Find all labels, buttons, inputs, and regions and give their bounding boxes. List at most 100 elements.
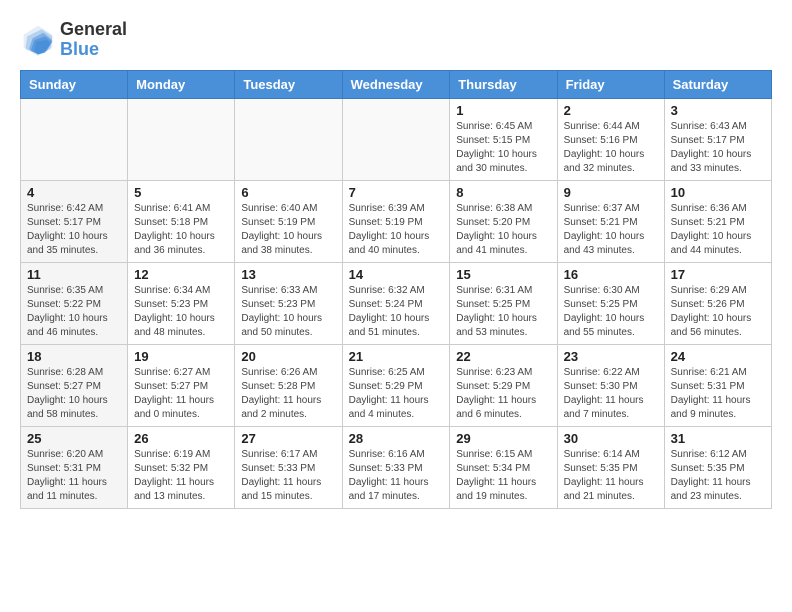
calendar-day: 5 Sunrise: 6:41 AM Sunset: 5:18 PM Daylig… — [128, 180, 235, 262]
day-number: 12 — [134, 267, 228, 282]
calendar-week-2: 4Sunrise: 6:42 AM Sunset: 5:17 PM Daylig… — [21, 180, 772, 262]
day-number: 26 — [134, 431, 228, 446]
day-number: 11 — [27, 267, 121, 282]
day-number: 5 — [134, 185, 228, 200]
calendar-header-row: SundayMondayTuesdayWednesdayThursdayFrid… — [21, 70, 772, 98]
day-info: Sunrise: 6:14 AM Sunset: 5:35 PM Dayligh… — [564, 448, 658, 504]
day-info: Sunrise: 6:28 AM Sunset: 5:27 PM Dayligh… — [27, 366, 121, 422]
day-info: Sunrise: 6:34 AM Sunset: 5:23 PM Dayligh… — [134, 284, 228, 340]
day-number: 18 — [27, 349, 121, 364]
calendar-day — [128, 98, 235, 180]
calendar-day: 27 Sunrise: 6:17 AM Sunset: 5:33 PM Dayli… — [235, 426, 342, 508]
calendar-day: 2 Sunrise: 6:44 AM Sunset: 5:16 PM Daylig… — [557, 98, 664, 180]
day-number: 16 — [564, 267, 658, 282]
day-info: Sunrise: 6:40 AM Sunset: 5:19 PM Dayligh… — [241, 202, 335, 258]
calendar-day: 17 Sunrise: 6:29 AM Sunset: 5:26 PM Dayli… — [664, 262, 771, 344]
calendar-day: 11 Sunrise: 6:35 AM Sunset: 5:22 PM Dayli… — [21, 262, 128, 344]
calendar-day: 10 Sunrise: 6:36 AM Sunset: 5:21 PM Dayli… — [664, 180, 771, 262]
logo: General Blue — [20, 20, 127, 60]
calendar-day: 21 Sunrise: 6:25 AM Sunset: 5:29 PM Dayli… — [342, 344, 450, 426]
day-info: Sunrise: 6:44 AM Sunset: 5:16 PM Dayligh… — [564, 120, 658, 176]
header-tuesday: Tuesday — [235, 70, 342, 98]
calendar-day: 29 Sunrise: 6:15 AM Sunset: 5:34 PM Dayli… — [450, 426, 557, 508]
day-number: 10 — [671, 185, 765, 200]
day-number: 27 — [241, 431, 335, 446]
logo-text: General Blue — [60, 20, 127, 60]
day-info: Sunrise: 6:37 AM Sunset: 5:21 PM Dayligh… — [564, 202, 658, 258]
header-saturday: Saturday — [664, 70, 771, 98]
day-number: 19 — [134, 349, 228, 364]
day-info: Sunrise: 6:36 AM Sunset: 5:21 PM Dayligh… — [671, 202, 765, 258]
day-number: 17 — [671, 267, 765, 282]
day-info: Sunrise: 6:21 AM Sunset: 5:31 PM Dayligh… — [671, 366, 765, 422]
day-info: Sunrise: 6:17 AM Sunset: 5:33 PM Dayligh… — [241, 448, 335, 504]
logo-icon — [20, 22, 56, 58]
day-info: Sunrise: 6:45 AM Sunset: 5:15 PM Dayligh… — [456, 120, 550, 176]
day-number: 1 — [456, 103, 550, 118]
calendar-week-4: 18 Sunrise: 6:28 AM Sunset: 5:27 PM Dayli… — [21, 344, 772, 426]
calendar-day: 3Sunrise: 6:43 AM Sunset: 5:17 PM Daylig… — [664, 98, 771, 180]
day-number: 20 — [241, 349, 335, 364]
day-info: Sunrise: 6:25 AM Sunset: 5:29 PM Dayligh… — [349, 366, 444, 422]
calendar-day: 13Sunrise: 6:33 AM Sunset: 5:23 PM Dayli… — [235, 262, 342, 344]
calendar-day: 9 Sunrise: 6:37 AM Sunset: 5:21 PM Daylig… — [557, 180, 664, 262]
day-info: Sunrise: 6:38 AM Sunset: 5:20 PM Dayligh… — [456, 202, 550, 258]
day-number: 30 — [564, 431, 658, 446]
calendar-day: 18 Sunrise: 6:28 AM Sunset: 5:27 PM Dayli… — [21, 344, 128, 426]
day-info: Sunrise: 6:19 AM Sunset: 5:32 PM Dayligh… — [134, 448, 228, 504]
calendar-day: 7Sunrise: 6:39 AM Sunset: 5:19 PM Daylig… — [342, 180, 450, 262]
day-number: 21 — [349, 349, 444, 364]
day-number: 9 — [564, 185, 658, 200]
calendar-day: 15 Sunrise: 6:31 AM Sunset: 5:25 PM Dayli… — [450, 262, 557, 344]
day-info: Sunrise: 6:16 AM Sunset: 5:33 PM Dayligh… — [349, 448, 444, 504]
calendar-week-1: 1 Sunrise: 6:45 AM Sunset: 5:15 PM Daylig… — [21, 98, 772, 180]
header-sunday: Sunday — [21, 70, 128, 98]
calendar-day: 31 Sunrise: 6:12 AM Sunset: 5:35 PM Dayli… — [664, 426, 771, 508]
day-info: Sunrise: 6:39 AM Sunset: 5:19 PM Dayligh… — [349, 202, 444, 258]
header-friday: Friday — [557, 70, 664, 98]
calendar-day: 22 Sunrise: 6:23 AM Sunset: 5:29 PM Dayli… — [450, 344, 557, 426]
day-number: 13 — [241, 267, 335, 282]
day-info: Sunrise: 6:29 AM Sunset: 5:26 PM Dayligh… — [671, 284, 765, 340]
day-number: 23 — [564, 349, 658, 364]
day-info: Sunrise: 6:26 AM Sunset: 5:28 PM Dayligh… — [241, 366, 335, 422]
day-number: 2 — [564, 103, 658, 118]
day-info: Sunrise: 6:31 AM Sunset: 5:25 PM Dayligh… — [456, 284, 550, 340]
calendar-day — [21, 98, 128, 180]
calendar-day: 20 Sunrise: 6:26 AM Sunset: 5:28 PM Dayli… — [235, 344, 342, 426]
day-number: 15 — [456, 267, 550, 282]
day-info: Sunrise: 6:23 AM Sunset: 5:29 PM Dayligh… — [456, 366, 550, 422]
calendar-day: 14 Sunrise: 6:32 AM Sunset: 5:24 PM Dayli… — [342, 262, 450, 344]
day-number: 28 — [349, 431, 444, 446]
day-info: Sunrise: 6:27 AM Sunset: 5:27 PM Dayligh… — [134, 366, 228, 422]
day-info: Sunrise: 6:41 AM Sunset: 5:18 PM Dayligh… — [134, 202, 228, 258]
day-info: Sunrise: 6:42 AM Sunset: 5:17 PM Dayligh… — [27, 202, 121, 258]
calendar-week-5: 25Sunrise: 6:20 AM Sunset: 5:31 PM Dayli… — [21, 426, 772, 508]
day-number: 6 — [241, 185, 335, 200]
day-number: 31 — [671, 431, 765, 446]
header-thursday: Thursday — [450, 70, 557, 98]
day-number: 29 — [456, 431, 550, 446]
day-info: Sunrise: 6:12 AM Sunset: 5:35 PM Dayligh… — [671, 448, 765, 504]
calendar-day: 16 Sunrise: 6:30 AM Sunset: 5:25 PM Dayli… — [557, 262, 664, 344]
calendar-day: 28 Sunrise: 6:16 AM Sunset: 5:33 PM Dayli… — [342, 426, 450, 508]
calendar-day: 4Sunrise: 6:42 AM Sunset: 5:17 PM Daylig… — [21, 180, 128, 262]
calendar-day: 6 Sunrise: 6:40 AM Sunset: 5:19 PM Daylig… — [235, 180, 342, 262]
calendar-day: 24Sunrise: 6:21 AM Sunset: 5:31 PM Dayli… — [664, 344, 771, 426]
calendar-day — [235, 98, 342, 180]
day-number: 22 — [456, 349, 550, 364]
calendar-day: 19 Sunrise: 6:27 AM Sunset: 5:27 PM Dayli… — [128, 344, 235, 426]
day-info: Sunrise: 6:15 AM Sunset: 5:34 PM Dayligh… — [456, 448, 550, 504]
calendar-day: 26 Sunrise: 6:19 AM Sunset: 5:32 PM Dayli… — [128, 426, 235, 508]
day-number: 14 — [349, 267, 444, 282]
day-info: Sunrise: 6:35 AM Sunset: 5:22 PM Dayligh… — [27, 284, 121, 340]
day-number: 8 — [456, 185, 550, 200]
calendar-week-3: 11 Sunrise: 6:35 AM Sunset: 5:22 PM Dayli… — [21, 262, 772, 344]
day-info: Sunrise: 6:30 AM Sunset: 5:25 PM Dayligh… — [564, 284, 658, 340]
calendar-day: 12 Sunrise: 6:34 AM Sunset: 5:23 PM Dayli… — [128, 262, 235, 344]
calendar-day: 1 Sunrise: 6:45 AM Sunset: 5:15 PM Daylig… — [450, 98, 557, 180]
calendar-day: 8 Sunrise: 6:38 AM Sunset: 5:20 PM Daylig… — [450, 180, 557, 262]
day-info: Sunrise: 6:32 AM Sunset: 5:24 PM Dayligh… — [349, 284, 444, 340]
day-info: Sunrise: 6:22 AM Sunset: 5:30 PM Dayligh… — [564, 366, 658, 422]
calendar-day — [342, 98, 450, 180]
